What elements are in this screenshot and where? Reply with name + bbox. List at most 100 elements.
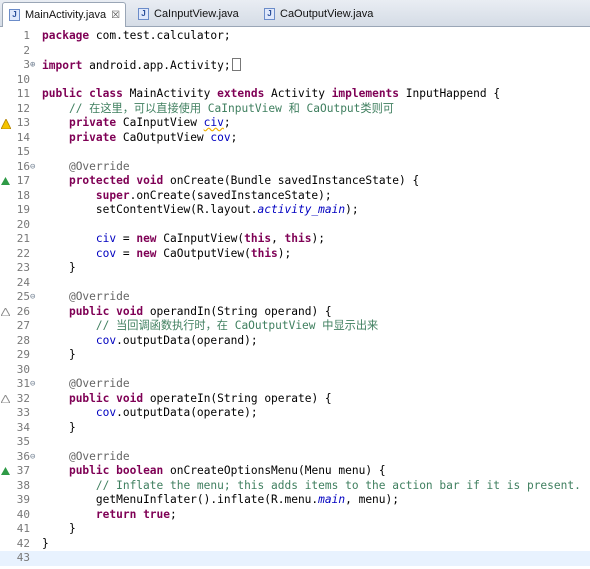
- code-line[interactable]: 33 cov.outputData(operate);: [0, 406, 590, 421]
- code-token: MainActivity: [122, 87, 218, 100]
- code-line[interactable]: 27 // 当回调函数执行时，在 CaOutputView 中显示出来: [0, 319, 590, 334]
- code-token: CaInputView(: [156, 232, 245, 245]
- code-line[interactable]: 28 cov.outputData(operand);: [0, 334, 590, 349]
- code-line[interactable]: 41 }: [0, 522, 590, 537]
- tab-main-activity[interactable]: J MainActivity.java ☒: [2, 2, 126, 27]
- override-marker-icon[interactable]: [1, 467, 10, 478]
- code-line[interactable]: 21 civ = new CaInputView(this, this);: [0, 232, 590, 247]
- code-token: void: [116, 391, 144, 405]
- code-line[interactable]: 25 ⊖ @Override: [0, 290, 590, 305]
- code-line[interactable]: 24: [0, 276, 590, 291]
- code-token: operandIn(String operand) {: [143, 304, 332, 318]
- line-number: 17: [16, 174, 30, 187]
- code-line[interactable]: 39 getMenuInflater().inflate(R.menu.main…: [0, 493, 590, 508]
- collapse-fold-icon[interactable]: ⊖: [30, 290, 35, 305]
- code-line[interactable]: 13 private CaInputView civ;: [0, 116, 590, 131]
- line-number: 33: [16, 406, 30, 419]
- collapse-fold-icon[interactable]: ⊖: [30, 160, 35, 175]
- code-line[interactable]: 34 }: [0, 421, 590, 436]
- tab-ca-input-view[interactable]: J CaInputView.java: [132, 2, 250, 26]
- code-line[interactable]: 14 private CaOutputView cov;: [0, 131, 590, 146]
- code-line[interactable]: 10: [0, 73, 590, 88]
- code-token: this: [244, 232, 272, 245]
- code-line[interactable]: 40 return true;: [0, 508, 590, 523]
- collapse-fold-icon[interactable]: ⊖: [30, 450, 35, 465]
- code-token: getMenuInflater().inflate(R.menu.: [42, 493, 319, 506]
- java-file-icon: J: [264, 8, 275, 20]
- code-line[interactable]: 23 }: [0, 261, 590, 276]
- code-line[interactable]: 19 setContentView(R.layout.activity_main…: [0, 203, 590, 218]
- code-token: implements: [331, 87, 400, 100]
- code-token: civ: [95, 232, 117, 245]
- code-token: main: [318, 493, 346, 506]
- line-number: 12: [16, 101, 30, 115]
- code-line[interactable]: 29 }: [0, 348, 590, 363]
- code-line[interactable]: 15: [0, 145, 590, 160]
- close-tab-icon[interactable]: ☒: [111, 10, 120, 21]
- code-token: .outputData(operand);: [116, 333, 258, 347]
- code-token: =: [116, 246, 137, 260]
- code-text: }: [42, 537, 49, 552]
- code-line[interactable]: 31 ⊖ @Override: [0, 377, 590, 392]
- code-line[interactable]: 30: [0, 363, 590, 378]
- code-token: @Override: [68, 449, 130, 463]
- code-token: new: [136, 246, 157, 260]
- code-text: cov.outputData(operate);: [42, 406, 258, 421]
- code-text: @Override: [42, 290, 130, 305]
- code-line[interactable]: 20: [0, 218, 590, 233]
- code-token: // 在这里，可以直接使用 CaInputView 和 CaOutput类则可: [68, 101, 394, 115]
- code-line[interactable]: 32 public void operateIn(String operate)…: [0, 392, 590, 407]
- code-token: android.app.Activity;: [82, 59, 231, 72]
- folded-import-box-icon[interactable]: [231, 58, 241, 71]
- code-line[interactable]: 37 public boolean onCreateOptionsMenu(Me…: [0, 464, 590, 479]
- code-token: public: [68, 391, 110, 405]
- code-line[interactable]: 26 public void operandIn(String operand)…: [0, 305, 590, 320]
- code-line[interactable]: 35: [0, 435, 590, 450]
- code-line[interactable]: 16 ⊖ @Override: [0, 160, 590, 175]
- line-number: 14: [16, 130, 30, 144]
- code-line[interactable]: 17 protected void onCreate(Bundle savedI…: [0, 174, 590, 189]
- code-token: public: [68, 464, 110, 477]
- code-line[interactable]: 1 package com.test.calculator;: [0, 29, 590, 44]
- code-text: }: [42, 421, 76, 436]
- code-line[interactable]: 43: [0, 551, 590, 566]
- line-number: 38: [16, 478, 30, 492]
- code-token: .outputData(operate);: [116, 406, 258, 419]
- code-line[interactable]: 2: [0, 44, 590, 59]
- code-line[interactable]: 22 cov = new CaOutputView(this);: [0, 247, 590, 262]
- code-line[interactable]: 42}: [0, 537, 590, 552]
- code-token: );: [277, 246, 292, 260]
- code-token: CaInputView: [116, 116, 204, 129]
- line-number: 25: [16, 290, 30, 303]
- collapse-fold-icon[interactable]: ⊖: [30, 377, 35, 392]
- code-line[interactable]: 3 ⊕ import android.app.Activity;: [0, 58, 590, 73]
- tab-ca-output-view[interactable]: J CaOutputView.java: [258, 2, 382, 26]
- code-line[interactable]: 38 // Inflate the menu; this adds items …: [0, 479, 590, 494]
- implement-marker-icon[interactable]: [0, 393, 11, 406]
- code-text: cov = new CaOutputView(this);: [42, 247, 291, 262]
- override-marker-icon[interactable]: [1, 177, 10, 188]
- line-number: 21: [16, 232, 30, 245]
- code-token: =: [116, 232, 137, 245]
- code-token: protected: [68, 174, 130, 187]
- code-text: cov.outputData(operand);: [42, 334, 258, 349]
- line-number: 11: [16, 87, 30, 100]
- code-token: , menu);: [345, 493, 399, 506]
- code-line[interactable]: 18 super.onCreate(savedInstanceState);: [0, 189, 590, 204]
- expand-fold-icon[interactable]: ⊕: [30, 58, 35, 73]
- code-line[interactable]: 11 public class MainActivity extends Acti…: [0, 87, 590, 102]
- code-line[interactable]: 36 ⊖ @Override: [0, 450, 590, 465]
- code-token: @Override: [68, 377, 130, 390]
- implement-marker-icon[interactable]: [0, 306, 11, 319]
- code-text: package com.test.calculator;: [42, 29, 231, 44]
- line-number: 22: [16, 246, 30, 260]
- code-editor[interactable]: 1 package com.test.calculator; 2 3 ⊕ import a…: [0, 27, 590, 569]
- code-line[interactable]: 12 // 在这里，可以直接使用 CaInputView 和 CaOutput类…: [0, 102, 590, 117]
- code-text: public void operandIn(String operand) {: [42, 305, 332, 320]
